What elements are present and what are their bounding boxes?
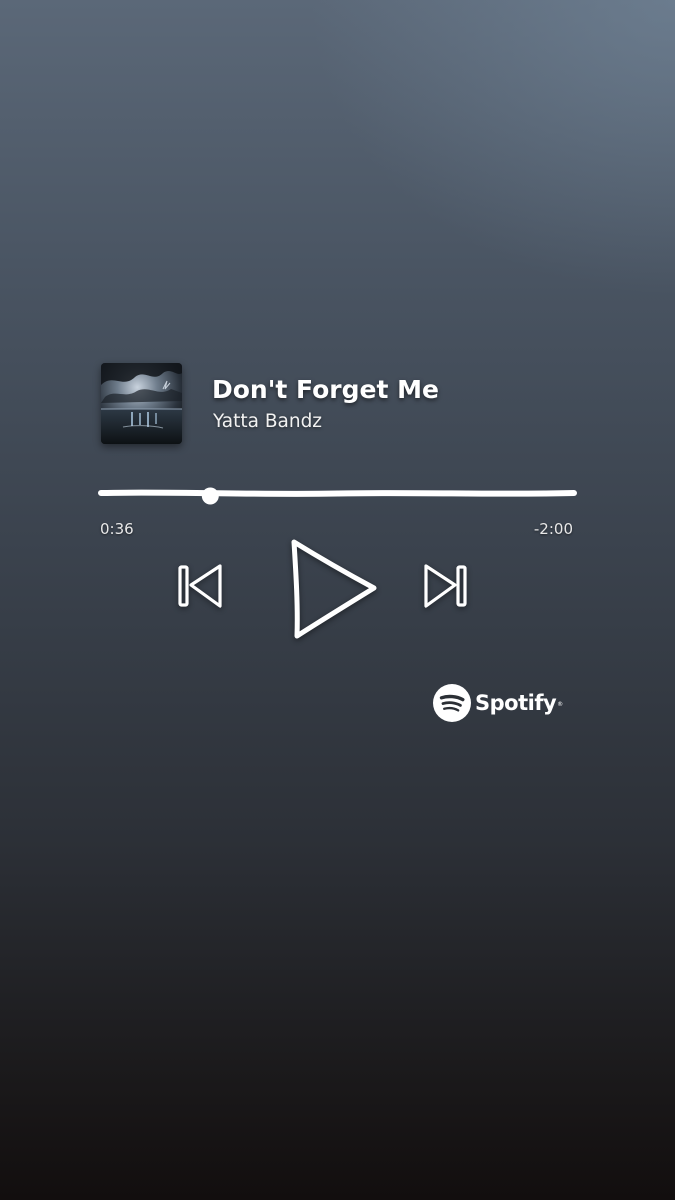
album-art-image [101, 363, 182, 444]
skip-next-icon [424, 564, 467, 608]
progress-slider[interactable] [98, 478, 577, 508]
elapsed-time: 0:36 [100, 520, 134, 538]
play-button[interactable] [286, 536, 382, 642]
spotify-wordmark: Spotify [475, 691, 557, 715]
registered-mark: ® [557, 701, 564, 708]
play-icon [291, 539, 377, 639]
remaining-time: -2:00 [533, 520, 573, 538]
spotify-logo-icon [433, 684, 471, 722]
progress-thumb[interactable] [201, 487, 219, 505]
next-track-button[interactable] [418, 558, 474, 614]
track-title: Don't Forget Me [212, 375, 439, 404]
skip-previous-icon [178, 564, 222, 608]
progress-track [98, 489, 577, 497]
music-player-widget: Don't Forget Me Yatta Bandz 0:36 -2:00 S… [0, 0, 675, 1200]
previous-track-button[interactable] [174, 558, 230, 614]
track-artist[interactable]: Yatta Bandz [213, 411, 322, 432]
album-art[interactable] [101, 363, 182, 444]
spotify-branding: Spotify ® [433, 683, 563, 723]
